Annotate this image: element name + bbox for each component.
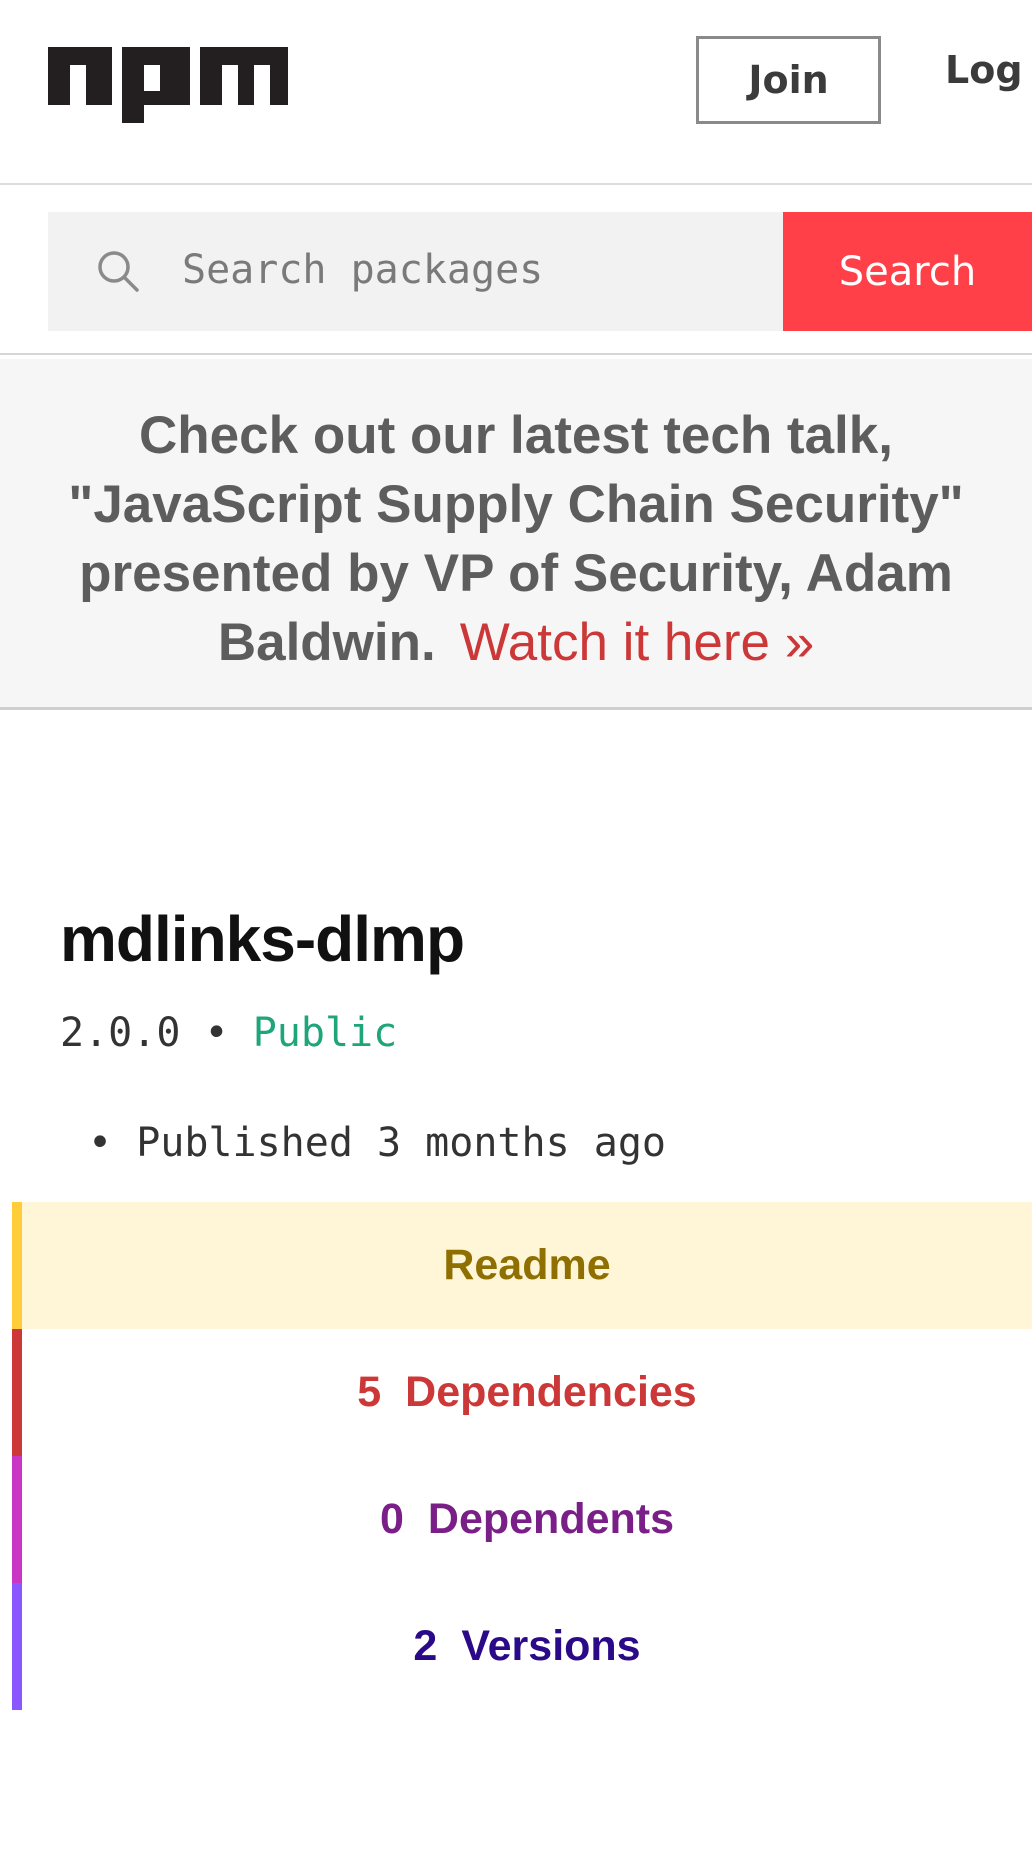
join-button[interactable]: Join: [696, 36, 881, 124]
package-name: mdlinks-dlmp: [60, 903, 465, 975]
tab-dependents-label: Dependents: [427, 1495, 675, 1543]
search-button[interactable]: Search: [783, 212, 1032, 331]
tab-dependencies-count: 5: [357, 1368, 382, 1416]
login-link[interactable]: Log: [945, 48, 1023, 92]
tab-dependents[interactable]: 0 Dependents: [12, 1456, 1032, 1583]
published-date: Published 3 months ago: [136, 1120, 666, 1166]
announcement-banner: Check out our latest tech talk, "JavaScr…: [0, 359, 1032, 710]
npm-logo[interactable]: [48, 47, 288, 123]
published-info: • Published 3 months ago: [88, 1120, 666, 1166]
tab-readme-indicator: [12, 1202, 22, 1329]
tab-versions-indicator: [12, 1583, 22, 1710]
tab-dependencies[interactable]: 5 Dependencies: [12, 1329, 1032, 1456]
search-input[interactable]: [180, 237, 764, 303]
search-bar: Search: [0, 185, 1032, 355]
tab-dependents-count: 0: [379, 1495, 404, 1543]
meta-separator: •: [204, 1010, 229, 1056]
tab-dependencies-indicator: [12, 1329, 22, 1456]
package-tabs: Readme 5 Dependencies 0 Dependents 2 Ver…: [12, 1202, 1032, 1710]
tab-versions[interactable]: 2 Versions: [12, 1583, 1032, 1710]
tab-readme[interactable]: Readme: [12, 1202, 1032, 1329]
search-icon: [98, 251, 139, 292]
package-meta: 2.0.0 • Public: [60, 1010, 397, 1056]
package-version: 2.0.0: [60, 1010, 181, 1056]
banner-text: Check out our latest tech talk, "JavaScr…: [40, 401, 992, 677]
site-header: Join Log: [0, 0, 1032, 185]
package-visibility: Public: [252, 1010, 398, 1056]
tab-dependents-indicator: [12, 1456, 22, 1583]
tab-versions-label: Versions: [461, 1622, 641, 1670]
tab-dependencies-label: Dependencies: [405, 1368, 697, 1416]
tab-versions-count: 2: [413, 1622, 438, 1670]
banner-watch-link[interactable]: Watch it here »: [460, 613, 814, 672]
published-bullet: •: [88, 1120, 113, 1166]
tab-readme-label: Readme: [443, 1241, 611, 1289]
